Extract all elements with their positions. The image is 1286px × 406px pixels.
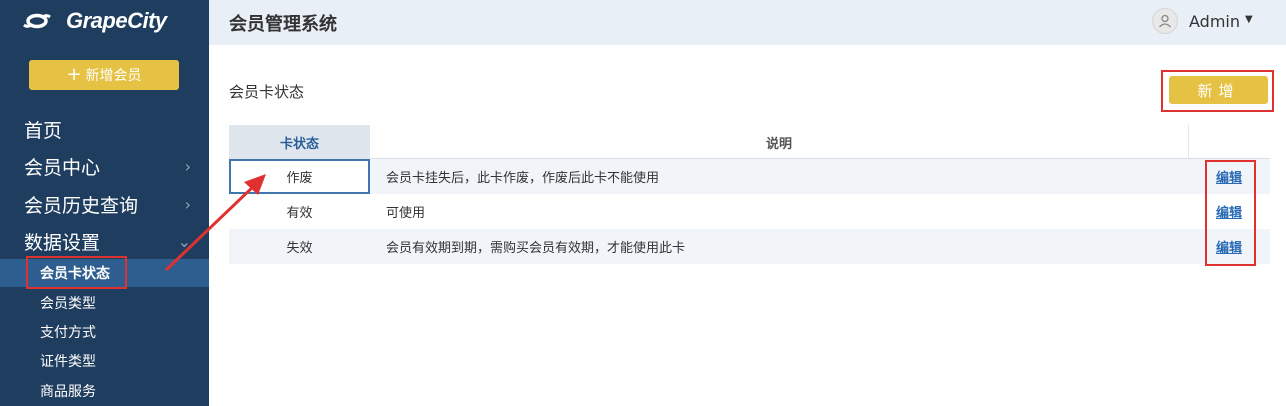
sidebar-item-label: 会员卡状态 (40, 266, 110, 282)
sidebar-item-label: 证件类型 (40, 354, 96, 370)
sidebar-item-label: 商品服务 (40, 384, 96, 400)
new-button[interactable]: 新增 (1169, 76, 1268, 104)
table-row[interactable]: 有效 可使用 编辑 (229, 194, 1270, 229)
chevron-right-icon: › (184, 194, 191, 214)
table-header: 卡状态 说明 (229, 125, 1270, 159)
table-row[interactable]: 失效 会员有效期到期，需购买会员有效期，才能使用此卡 编辑 (229, 229, 1270, 264)
column-header-status[interactable]: 卡状态 (229, 125, 370, 159)
caret-down-icon[interactable]: ▼ (1245, 14, 1253, 25)
page-title: 会员管理系统 (229, 14, 337, 35)
table-row[interactable]: 作废 会员卡挂失后，此卡作废，作废后此卡不能使用 编辑 (229, 159, 1270, 194)
sidebar: GrapeCity + 新增会员 首页 会员中心 › 会员历史查询 › 数据设置… (0, 0, 209, 406)
nav-item-label: 数据设置 (24, 231, 101, 254)
top-header: 会员管理系统 Admin ▼ (209, 0, 1286, 45)
plus-icon: + (66, 64, 82, 85)
sidebar-item-id-type[interactable]: 证件类型 (0, 347, 209, 375)
sidebar-item-member-type[interactable]: 会员类型 (0, 289, 209, 317)
sidebar-item-payment-method[interactable]: 支付方式 (0, 318, 209, 346)
nav-item-label: 会员中心 (24, 156, 101, 179)
status-cell[interactable]: 作废 (229, 159, 370, 194)
nav-item-member-history[interactable]: 会员历史查询 › (24, 189, 191, 219)
sidebar-item-card-status[interactable]: 会员卡状态 (0, 259, 209, 287)
section-title: 会员卡状态 (229, 83, 305, 101)
nav-item-label: 首页 (24, 119, 63, 142)
add-member-button[interactable]: + 新增会员 (29, 60, 179, 90)
chevron-down-icon: ⌄ (177, 231, 191, 251)
card-status-table: 卡状态 说明 作废 会员卡挂失后，此卡作废，作废后此卡不能使用 编辑 有效 可使… (229, 125, 1270, 264)
sidebar-item-label: 会员类型 (40, 296, 96, 312)
sidebar-item-label: 支付方式 (40, 325, 96, 341)
description-cell: 会员有效期到期，需购买会员有效期，才能使用此卡 (386, 241, 686, 256)
description-cell: 可使用 (386, 206, 426, 221)
edit-link[interactable]: 编辑 (1216, 194, 1242, 229)
logo-text: GrapeCity (66, 8, 167, 33)
sidebar-item-product-service[interactable]: 商品服务 (0, 377, 209, 405)
status-cell[interactable]: 有效 (229, 194, 370, 229)
nav-item-label: 会员历史查询 (24, 194, 139, 217)
description-cell: 会员卡挂失后，此卡作废，作废后此卡不能使用 (386, 171, 660, 186)
chevron-right-icon: › (184, 156, 191, 176)
avatar[interactable] (1152, 8, 1178, 34)
edit-link[interactable]: 编辑 (1216, 159, 1242, 194)
user-menu-label[interactable]: Admin (1189, 12, 1240, 31)
brand-logo: GrapeCity (22, 7, 167, 35)
logo-icon (23, 13, 51, 29)
edit-link[interactable]: 编辑 (1216, 229, 1242, 264)
status-cell[interactable]: 失效 (229, 229, 370, 264)
add-member-label: 新增会员 (85, 68, 142, 84)
user-icon (1159, 14, 1171, 28)
nav-item-data-settings[interactable]: 数据设置 ⌄ (24, 226, 191, 256)
column-header-description: 说明 (370, 125, 1189, 159)
nav-item-member-center[interactable]: 会员中心 › (24, 151, 191, 181)
nav-item-home[interactable]: 首页 (24, 114, 191, 144)
